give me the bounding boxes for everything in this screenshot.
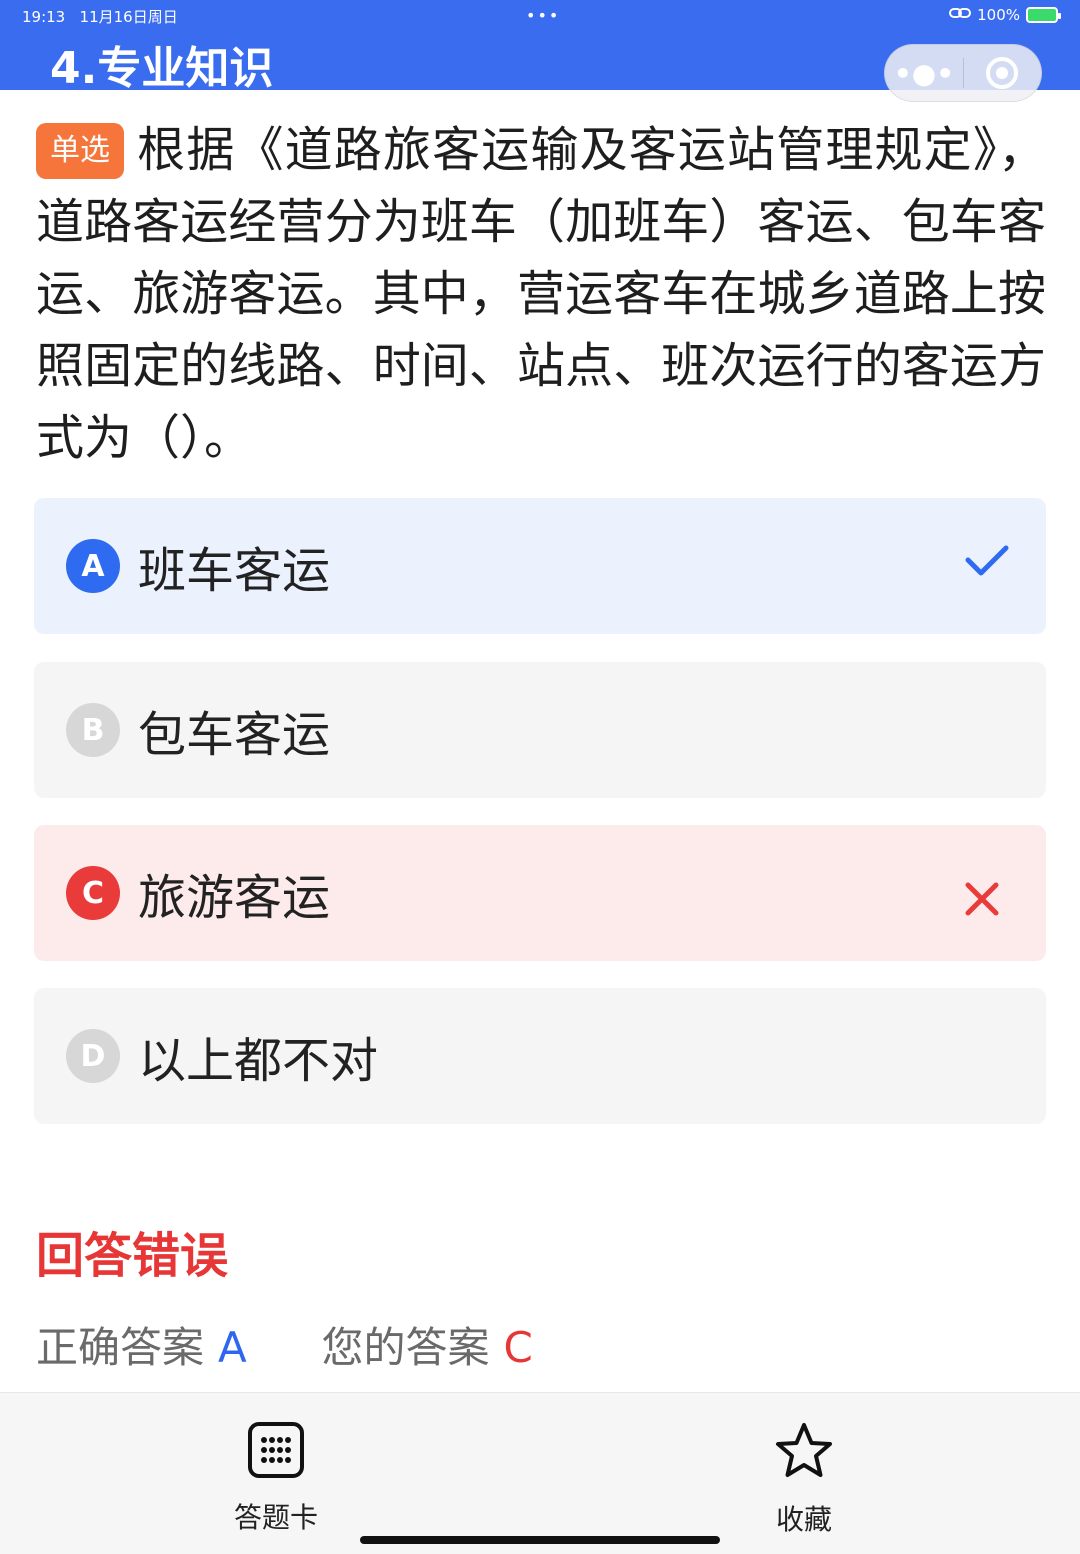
cross-icon [964,881,1000,921]
home-indicator[interactable] [360,1536,720,1544]
option-label: 旅游客运 [138,870,331,926]
star-icon [773,1423,835,1488]
target-close-icon [986,57,1019,89]
mini-program-capsule: •●• [884,44,1042,102]
page-title: 4.专业知识 [50,43,274,94]
battery-icon [1026,7,1061,23]
option-c[interactable]: C 旅游客运 [34,825,1046,961]
correct-answer-value: A [218,1323,247,1372]
status-time: 19:13 11月16日周日 [22,6,178,27]
status-date: 11月16日周日 [79,8,178,26]
option-b[interactable]: B 包车客运 [34,662,1046,798]
answer-summary: 正确答案 A 您的答案 C [36,1314,533,1375]
favorite-button[interactable]: 收藏 [744,1421,864,1538]
checkmark-icon [964,544,1010,582]
grid-icon [247,1422,305,1486]
close-button[interactable] [964,45,1041,101]
answer-card-label: 答题卡 [233,1501,318,1534]
option-letter-badge: C [66,866,120,920]
question-type-badge: 单选 [36,123,124,179]
correct-answer-label: 正确答案 [36,1323,205,1372]
more-button[interactable]: •●• [885,45,963,101]
bottom-toolbar: 答题卡 收藏 [0,1392,1080,1554]
battery-percent: 100% [977,6,1020,24]
option-letter-badge: A [66,539,120,593]
option-d[interactable]: D 以上都不对 [34,988,1046,1124]
option-letter-badge: D [66,1029,120,1083]
more-dots-icon: •●• [893,56,955,90]
multitask-dots[interactable]: ••• [526,6,560,25]
answer-card-button[interactable]: 答题卡 [216,1421,336,1536]
result-title: 回答错误 [36,1228,229,1284]
question-text: 根据《道路旅客运输及客运站管理规定》，道路客运经营分为班车（加班车）客运、包车客… [36,122,1046,466]
favorite-label: 收藏 [775,1503,832,1536]
option-label: 班车客运 [138,543,331,599]
your-answer-label: 您的答案 [321,1323,490,1372]
your-answer-value: C [503,1323,533,1372]
header: 19:13 11月16日周日 ••• 100% 4.专业知识 •●• [0,0,1080,102]
status-right: 100% [949,6,1061,24]
option-letter-badge: B [66,703,120,757]
status-clock: 19:13 [22,8,66,26]
option-label: 以上都不对 [138,1033,379,1089]
question-text-block: 单选 根据《道路旅客运输及客运站管理规定》，道路客运经营分为班车（加班车）客运、包… [36,114,1046,474]
link-icon [949,6,972,24]
quiz-page: 19:13 11月16日周日 ••• 100% 4.专业知识 •●• 单选 根据… [0,0,1080,1554]
option-label: 包车客运 [138,707,331,763]
option-a[interactable]: A 班车客运 [34,498,1046,634]
